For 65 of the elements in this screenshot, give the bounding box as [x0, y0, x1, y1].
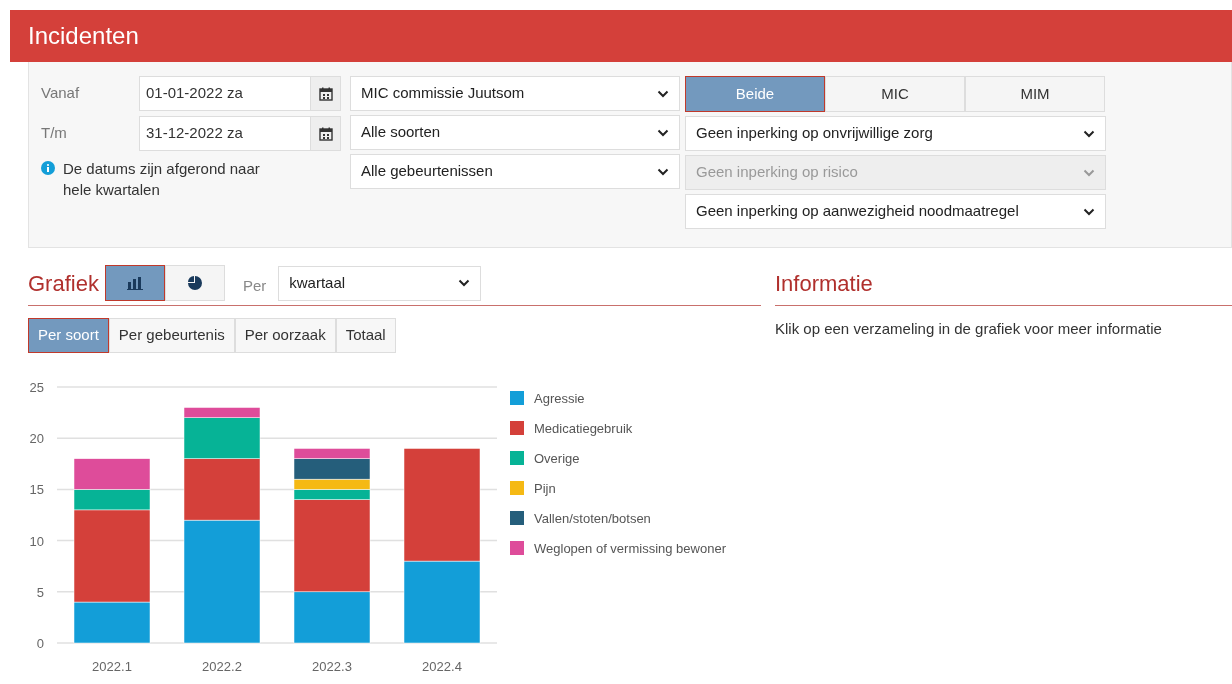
bar-segment[interactable] — [183, 407, 261, 418]
axis-tick-label: 25 — [29, 380, 44, 395]
select-field[interactable]: kwartaal — [278, 265, 482, 301]
bar-segment[interactable] — [73, 509, 151, 603]
select-field[interactable]: Geen inperking op onvrijwillige zorg — [685, 116, 1106, 151]
chevron-down-icon — [458, 279, 471, 287]
calendar-button[interactable] — [311, 116, 341, 151]
legend-label[interactable]: Overige — [534, 451, 580, 466]
page-title: Incidenten — [28, 21, 139, 51]
bar-segment[interactable] — [183, 519, 261, 644]
axis-tick-label: 10 — [29, 533, 44, 549]
chevron-down-icon — [1083, 168, 1095, 177]
bar-segment[interactable] — [293, 499, 371, 593]
date-field[interactable]: 31-12-2022 za — [139, 116, 311, 151]
axis-tick-label: 2022.2 — [202, 659, 242, 671]
tab[interactable]: Per gebeurtenis — [108, 318, 235, 353]
field-label: Vanaf — [41, 83, 81, 104]
section-title: Grafiek — [28, 269, 99, 298]
bar-segment[interactable] — [183, 458, 261, 521]
legend-label[interactable]: Pijn — [534, 481, 556, 496]
bar-segment[interactable] — [73, 458, 151, 490]
date-field[interactable]: 01-01-2022 za — [139, 76, 311, 111]
bar-segment[interactable] — [403, 560, 481, 644]
calendar-icon — [318, 86, 333, 101]
chevron-down-icon — [657, 89, 669, 98]
axis-tick-label: 0 — [36, 636, 44, 651]
chevron-down-icon — [657, 128, 669, 137]
calendar-button[interactable] — [311, 76, 341, 111]
bar-segment[interactable] — [73, 601, 151, 644]
bar-segment[interactable] — [403, 448, 481, 562]
toggle-button[interactable]: MIM — [965, 76, 1105, 112]
bar-segment[interactable] — [293, 478, 371, 490]
select-field[interactable]: Alle soorten — [350, 115, 680, 150]
bar-segment[interactable] — [293, 448, 371, 459]
bar-chart-icon — [126, 276, 143, 290]
select-field[interactable]: MIC commissie Juutsom — [350, 76, 680, 111]
axis-tick-label: 2022.4 — [422, 659, 462, 671]
select-field[interactable]: Alle gebeurtenissen — [350, 154, 680, 189]
axis-tick-label: 20 — [29, 431, 44, 447]
info-note: De datums zijn afgerond naar hele kwartalen — [63, 159, 261, 200]
chevron-down-icon — [1083, 207, 1095, 216]
info-text: Klik op een verzameling in de grafiek voor meer informatie — [775, 319, 1163, 339]
bar-segment[interactable] — [293, 591, 371, 644]
axis-tick-label: 15 — [29, 482, 44, 498]
legend-label[interactable]: Medicatiegebruik — [534, 421, 633, 436]
select-field[interactable]: Geen inperking op aanwezigheid noodmaatregel — [685, 194, 1106, 229]
pie-chart-icon — [186, 275, 203, 291]
axis-tick-label: 2022.3 — [312, 659, 352, 671]
tab[interactable]: Per oorzaak — [234, 318, 336, 353]
legend-label[interactable]: Weglopen of vermissing bewoner — [534, 541, 726, 556]
axis-tick-label: 5 — [36, 584, 44, 600]
legend-label[interactable]: Vallen/stoten/botsen — [534, 511, 651, 526]
axis-tick-label: 2022.1 — [92, 659, 132, 671]
section-title: Informatie — [775, 269, 873, 298]
tab[interactable]: Totaal — [335, 318, 396, 353]
info-icon — [41, 161, 55, 175]
bar-segment[interactable] — [73, 489, 151, 511]
chevron-down-icon — [657, 167, 669, 176]
bar-segment[interactable] — [293, 458, 371, 480]
toggle-button[interactable]: MIC — [825, 76, 965, 112]
field-label: T/m — [41, 123, 68, 144]
legend-label[interactable]: Agressie — [534, 391, 585, 406]
chevron-down-icon — [1083, 129, 1095, 138]
calendar-icon — [318, 126, 333, 141]
field-label: Per — [242, 275, 267, 296]
